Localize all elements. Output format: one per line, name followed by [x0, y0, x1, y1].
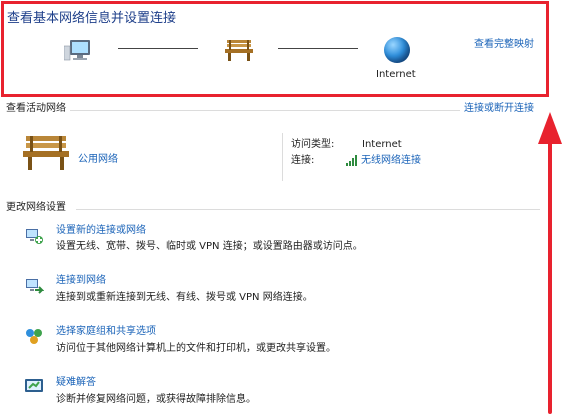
vertical-divider: [282, 133, 283, 181]
access-type-value: Internet: [362, 139, 402, 150]
network-map-highlight: [1, 1, 549, 97]
wireless-signal-icon: [346, 155, 357, 166]
connection-label: 连接:: [291, 155, 315, 166]
network-setup-icon: [26, 229, 43, 244]
task-desc-homegroup: 访问位于其他网络计算机上的文件和打印机，或更改共享设置。: [56, 343, 336, 354]
connect-disconnect-link[interactable]: 连接或断开连接: [464, 103, 534, 115]
active-networks-heading: 查看活动网络: [6, 103, 66, 114]
connect-network-icon: [26, 279, 44, 294]
access-type-label: 访问类型:: [291, 139, 335, 150]
task-desc-troubleshoot: 诊断并修复网络问题，或获得故障排除信息。: [56, 394, 256, 405]
task-desc-setup: 设置无线、宽带、拨号、临时或 VPN 连接；或设置路由器或访问点。: [56, 241, 363, 252]
section-divider: [76, 209, 540, 210]
public-network-link[interactable]: 公用网络: [78, 154, 118, 166]
task-title-homegroup[interactable]: 选择家庭组和共享选项: [56, 326, 156, 338]
task-title-connect[interactable]: 连接到网络: [56, 275, 106, 287]
task-title-troubleshoot[interactable]: 疑难解答: [56, 377, 96, 389]
section-divider: [70, 110, 460, 111]
change-settings-heading: 更改网络设置: [6, 202, 66, 213]
public-network-icon: [23, 136, 69, 170]
homegroup-icon: [26, 329, 42, 344]
task-desc-connect: 连接到或重新连接到无线、有线、拨号或 VPN 网络连接。: [56, 292, 313, 303]
troubleshoot-icon: [25, 379, 43, 392]
wireless-connection-link[interactable]: 无线网络连接: [361, 155, 421, 167]
annotation-arrow-shaft: [548, 140, 552, 414]
task-title-setup[interactable]: 设置新的连接或网络: [56, 225, 146, 237]
annotation-arrow-head: [538, 112, 562, 144]
